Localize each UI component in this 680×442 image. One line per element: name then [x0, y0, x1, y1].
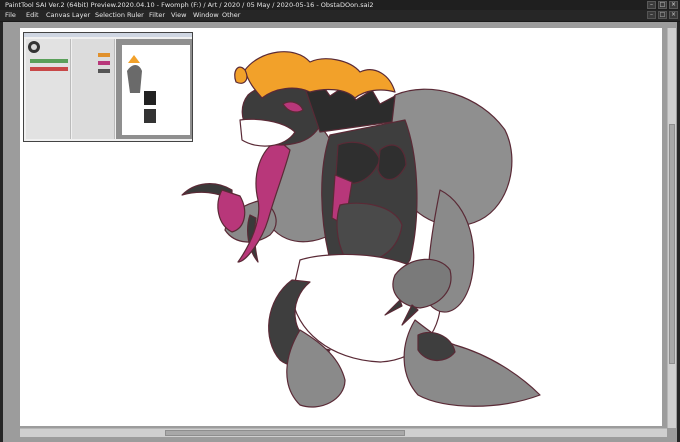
- inset-details: [28, 41, 156, 123]
- inset-swatch-2: [98, 61, 110, 65]
- vertical-scrollbar-thumb[interactable]: [669, 124, 675, 364]
- horizontal-scrollbar[interactable]: [20, 428, 667, 437]
- inset-color-bar: [30, 59, 68, 63]
- hair-tuft: [234, 66, 248, 84]
- inset-swatch-3: [98, 69, 110, 73]
- reference-screenshot-inset: [23, 32, 193, 142]
- inset-thumbnail-2: [144, 109, 156, 123]
- inset-character-sketch: [127, 65, 142, 93]
- right-knee: [417, 331, 456, 361]
- inset-thumbnail: [144, 91, 156, 105]
- inset-color-bar-2: [30, 67, 68, 71]
- vertical-scrollbar[interactable]: [667, 28, 676, 428]
- inset-swatch: [98, 53, 110, 57]
- tongue-grip: [217, 189, 246, 233]
- horizontal-scrollbar-thumb[interactable]: [165, 430, 405, 436]
